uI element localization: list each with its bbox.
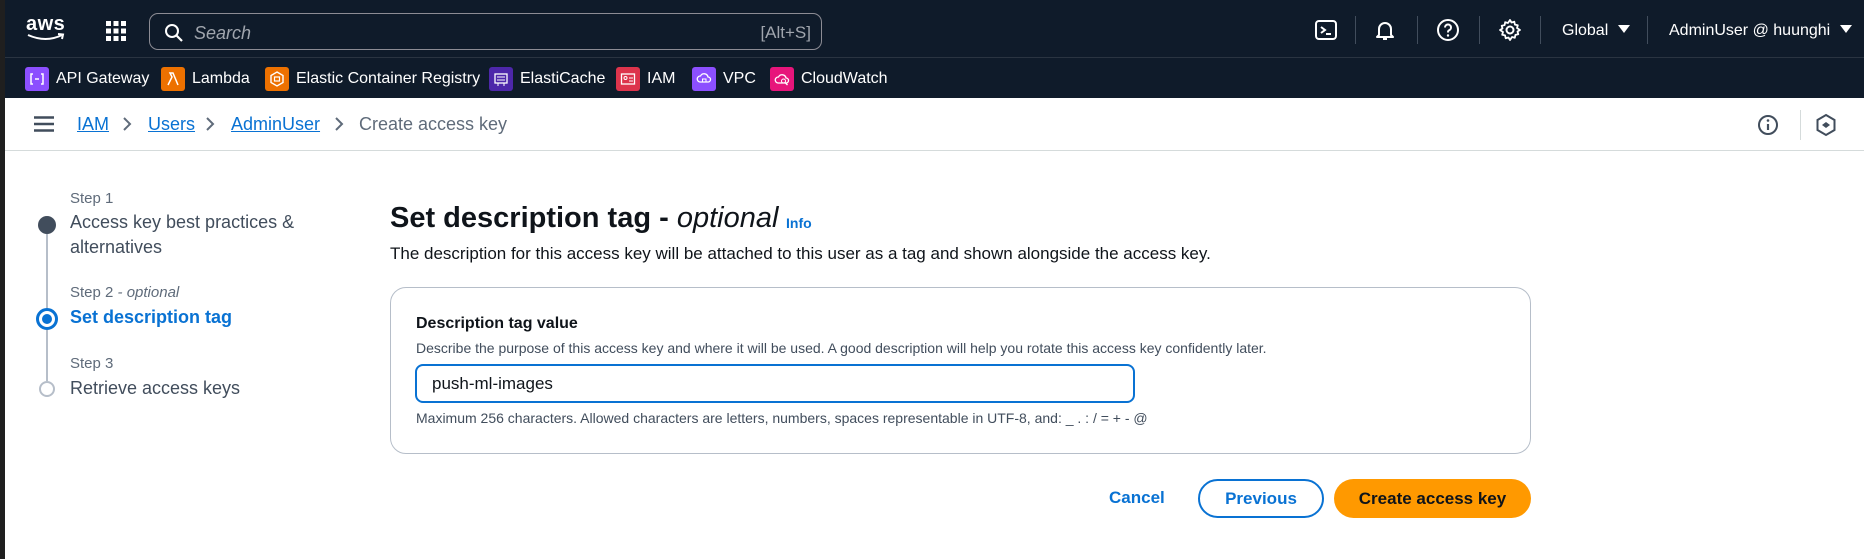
step-3-label: Step 3 — [70, 355, 114, 372]
aws-logo[interactable]: aws — [26, 14, 68, 44]
favorite-label: API Gateway — [56, 70, 150, 87]
step-2-number: Step 2 — [70, 284, 114, 301]
aws-logo-text: aws — [26, 13, 66, 35]
step-1-title[interactable]: Access key best practices & alternatives — [70, 210, 310, 260]
aws-smile-icon — [27, 33, 65, 40]
step-2-active-dot — [36, 308, 58, 330]
iam-icon — [616, 67, 640, 91]
favorite-ecr[interactable]: Elastic Container Registry — [265, 67, 480, 91]
api-gateway-icon — [25, 67, 49, 91]
search-bar[interactable]: Search [Alt+S] — [149, 13, 822, 50]
nav-divider — [1479, 16, 1480, 44]
toolbar-divider — [1800, 110, 1801, 140]
step-2-optional: - optional — [117, 284, 180, 301]
favorite-label: ElastiCache — [520, 70, 606, 87]
cloudshell-icon[interactable] — [1314, 18, 1338, 42]
breadcrumb-bar: IAM Users AdminUser Create access key — [0, 98, 1864, 151]
ecr-icon — [265, 67, 289, 91]
caret-down-icon — [1618, 25, 1631, 33]
step-2-label: Step 2 - optional — [70, 284, 179, 301]
stepper-connector — [46, 330, 48, 381]
step-3-title: Retrieve access keys — [70, 378, 241, 398]
search-shortcut: [Alt+S] — [760, 23, 811, 42]
chevron-right-icon — [206, 117, 215, 131]
lambda-icon — [161, 67, 185, 91]
nav-divider — [1355, 16, 1356, 44]
gear-icon[interactable] — [1498, 18, 1522, 42]
favorite-label: IAM — [647, 70, 676, 87]
account-label: AdminUser @ huunghi — [1669, 22, 1831, 39]
previous-button[interactable]: Previous — [1198, 479, 1324, 518]
bell-icon[interactable] — [1373, 18, 1397, 42]
search-placeholder: Search — [194, 23, 252, 43]
favorite-api-gateway[interactable]: API Gateway — [25, 67, 149, 91]
nav-divider — [1417, 16, 1418, 44]
favorite-iam[interactable]: IAM — [616, 67, 675, 91]
nav-divider — [1540, 16, 1541, 44]
favorite-lambda[interactable]: Lambda — [161, 67, 250, 91]
info-panel-icon[interactable] — [1757, 114, 1779, 136]
stepper-connector — [46, 234, 48, 308]
help-icon[interactable] — [1436, 18, 1460, 42]
region-selector[interactable]: Global — [1562, 22, 1631, 40]
page-title-text: Set description tag - — [390, 202, 669, 234]
field-label: Description tag value — [416, 315, 578, 332]
step-1-complete-dot — [38, 216, 56, 234]
top-navigation: aws Search [Alt+S] Global AdminUser @ hu… — [0, 0, 1864, 57]
step-2-title: Set description tag — [70, 307, 233, 327]
favorite-label: VPC — [723, 70, 756, 87]
breadcrumb-iam[interactable]: IAM — [77, 114, 109, 135]
search-icon — [165, 24, 183, 42]
apps-grid-icon[interactable] — [104, 19, 128, 43]
create-access-key-button[interactable]: Create access key — [1334, 479, 1531, 518]
cancel-button[interactable]: Cancel — [1101, 479, 1173, 517]
breadcrumb-users[interactable]: Users — [148, 114, 195, 135]
favorite-elasticache[interactable]: ElastiCache — [489, 67, 605, 91]
field-constraint-text: Maximum 256 characters. Allowed characte… — [416, 410, 1148, 426]
security-hexagon-icon[interactable] — [1815, 113, 1837, 137]
nav-divider — [1647, 16, 1648, 44]
menu-icon[interactable] — [34, 116, 54, 132]
vpc-icon — [692, 67, 716, 91]
breadcrumb-current: Create access key — [359, 114, 508, 134]
account-menu[interactable]: AdminUser @ huunghi — [1669, 22, 1853, 40]
elasticache-icon — [489, 67, 513, 91]
step-1-label: Step 1 — [70, 190, 114, 207]
page-description: The description for this access key will… — [390, 244, 1211, 263]
description-tag-input[interactable] — [415, 364, 1135, 403]
favorite-label: CloudWatch — [801, 70, 888, 87]
field-help-text: Describe the purpose of this access key … — [416, 340, 1267, 356]
favorite-label: Elastic Container Registry — [296, 70, 481, 87]
page-title: Set description tag - optional — [390, 202, 778, 235]
chevron-right-icon — [123, 117, 132, 131]
window-edge — [0, 0, 5, 559]
favorite-cloudwatch[interactable]: CloudWatch — [770, 67, 888, 91]
favorite-label: Lambda — [192, 70, 250, 87]
breadcrumb-adminuser[interactable]: AdminUser — [231, 114, 320, 135]
page-title-optional: optional — [676, 202, 779, 234]
favorites-bar: API Gateway Lambda Elastic Container Reg… — [0, 57, 1864, 98]
cloudwatch-icon — [770, 67, 794, 91]
caret-down-icon — [1840, 25, 1853, 33]
step-3-pending-dot — [39, 381, 55, 397]
chevron-right-icon — [335, 117, 344, 131]
region-label: Global — [1562, 22, 1609, 39]
info-link[interactable]: Info — [786, 215, 812, 231]
favorite-vpc[interactable]: VPC — [692, 67, 756, 91]
